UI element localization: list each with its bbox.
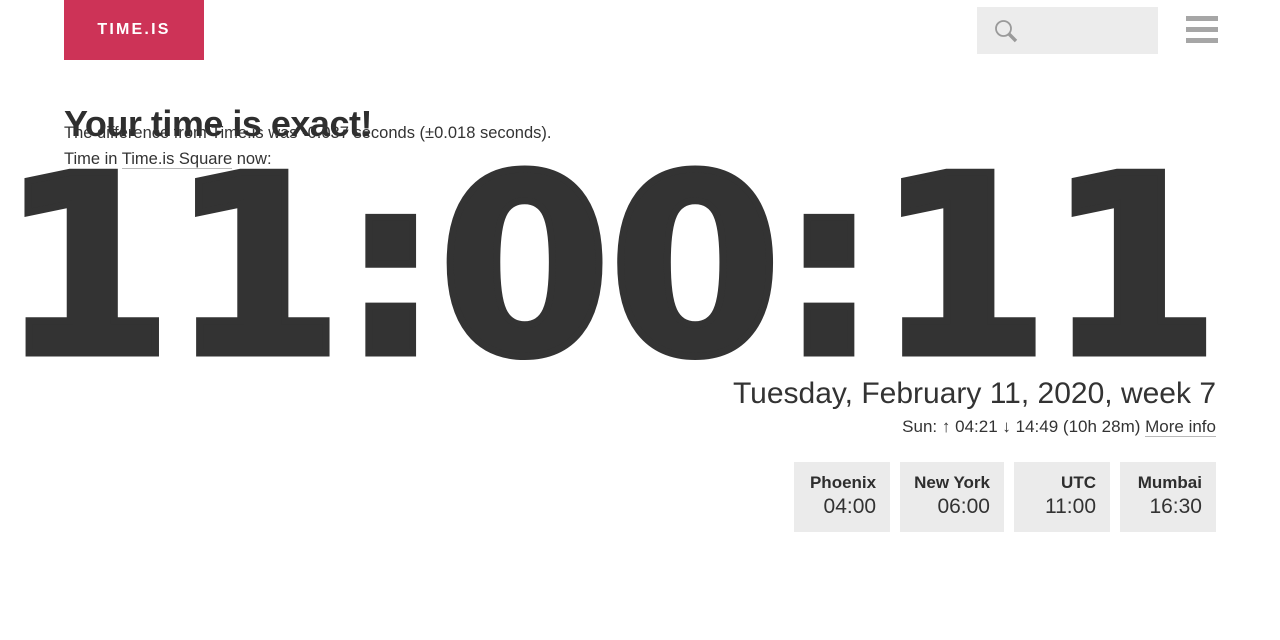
city-name: New York — [914, 473, 990, 492]
city-box-phoenix[interactable]: Phoenix 04:00 — [794, 462, 891, 532]
city-name: UTC — [1061, 473, 1096, 492]
site-header: TIME.IS — [0, 0, 1280, 60]
menu-bar-middle — [1186, 27, 1218, 32]
more-info-link[interactable]: More info — [1145, 417, 1216, 437]
search-icon — [993, 18, 1019, 44]
city-name: Mumbai — [1137, 473, 1202, 492]
city-box-mumbai[interactable]: Mumbai 16:30 — [1120, 462, 1216, 532]
menu-bar-bottom — [1186, 38, 1218, 43]
main-clock: 11:00:11 — [0, 124, 1223, 412]
city-time: 06:00 — [937, 495, 990, 518]
search-box[interactable] — [977, 7, 1234, 54]
sunrise-arrow-icon: ↑ — [941, 417, 951, 436]
sunset-time: 14:49 — [1015, 417, 1059, 436]
site-logo[interactable]: TIME.IS — [64, 0, 204, 60]
sunrise-time: 04:21 — [955, 417, 998, 436]
hamburger-menu-icon[interactable] — [1186, 16, 1218, 44]
city-name: Phoenix — [809, 473, 877, 492]
city-time: 04:00 — [823, 495, 877, 518]
city-box-utc[interactable]: UTC 11:00 — [1014, 462, 1110, 532]
city-time: 11:00 — [1045, 495, 1096, 518]
current-date: Tuesday, February 11, 2020, week 7 — [732, 377, 1216, 410]
sun-label: Sun: — [902, 417, 938, 436]
city-box-new-york[interactable]: New York 06:00 — [900, 462, 1004, 532]
sunset-arrow-icon: ↓ — [1002, 417, 1011, 436]
day-length: (10h 28m) — [1062, 417, 1141, 436]
site-logo-text: TIME.IS — [97, 21, 171, 38]
city-time: 16:30 — [1149, 495, 1202, 518]
sun-info: Sun: ↑ 04:21 ↓ 14:49 (10h 28m) More info — [902, 416, 1216, 438]
city-times-list: Phoenix 04:00 New York 06:00 UTC 11:00 M… — [794, 462, 1216, 532]
menu-bar-top — [1186, 16, 1218, 21]
